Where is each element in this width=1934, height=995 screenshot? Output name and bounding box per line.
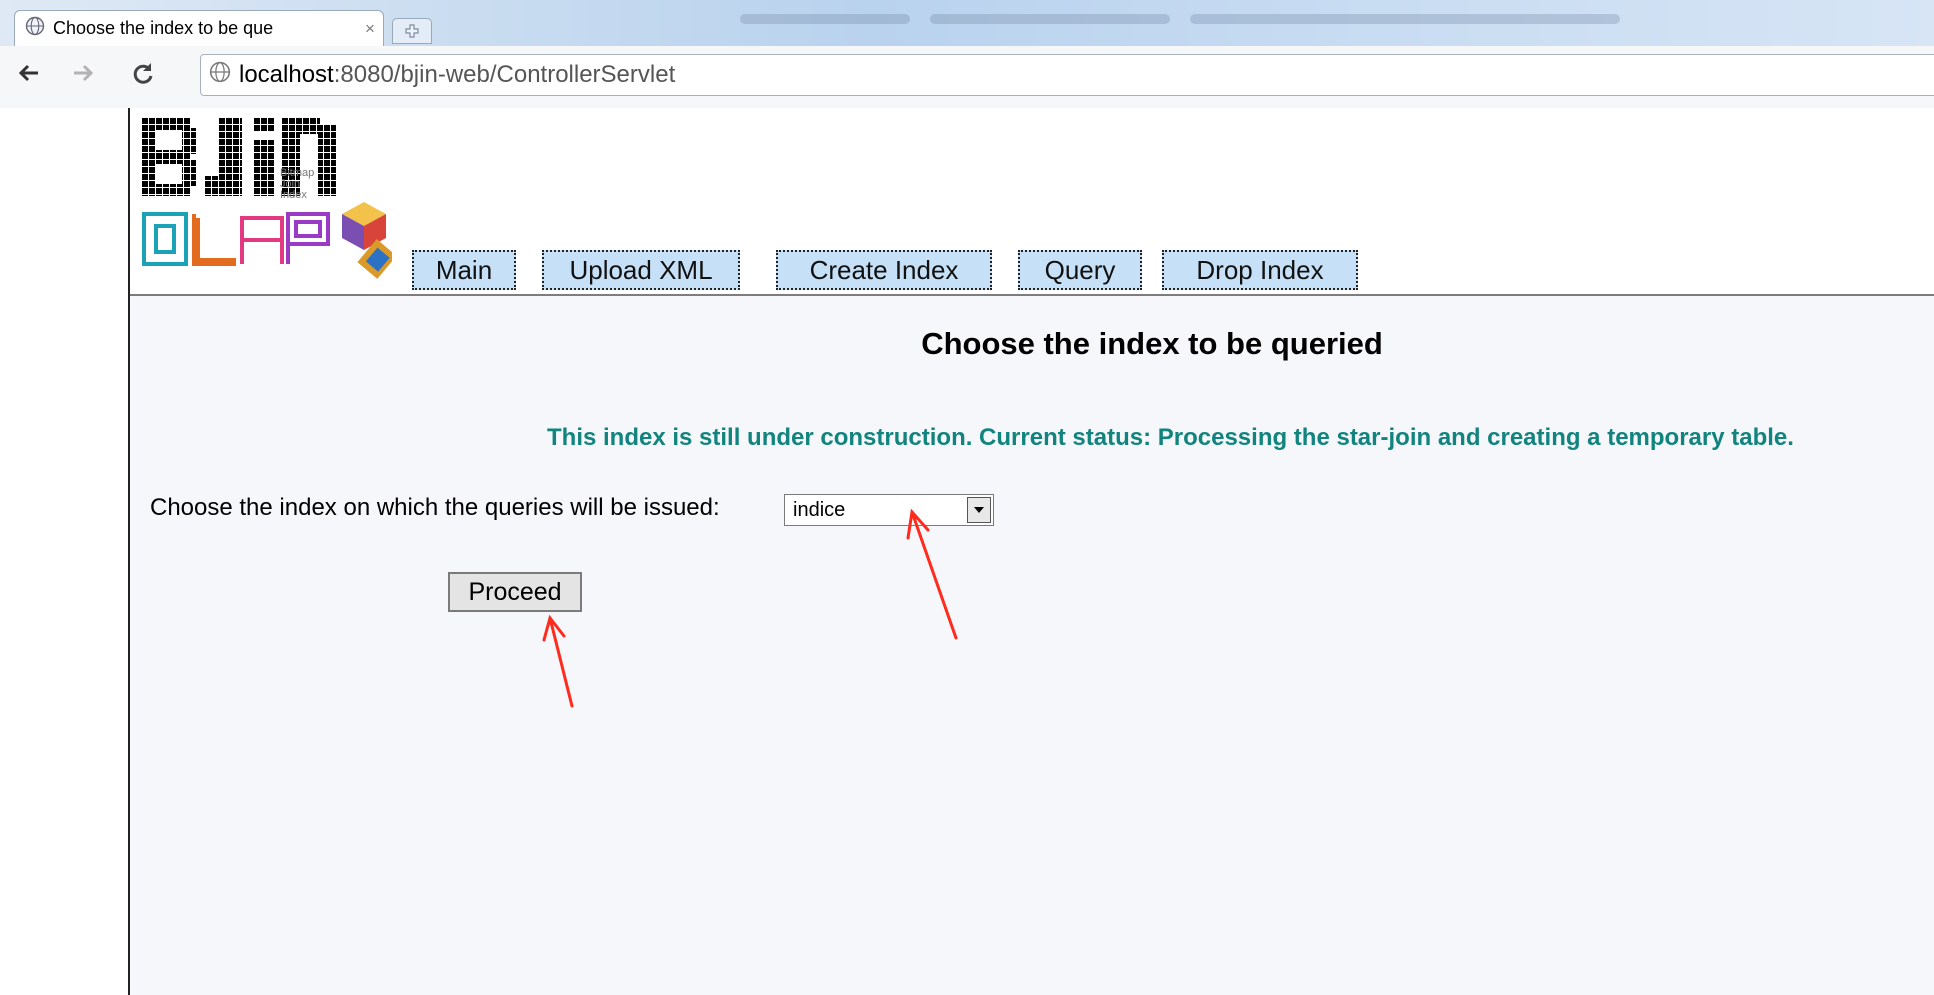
web-page: Bitmap Join Index Main Upload XML Create…	[0, 108, 1934, 995]
proceed-button[interactable]: Proceed	[448, 572, 582, 612]
new-tab-icon[interactable]	[392, 18, 432, 44]
browser-tab-strip: Choose the index to be que ×	[0, 0, 1934, 47]
address-bar[interactable]: localhost:8080/bjin-web/ControllerServle…	[200, 54, 1934, 96]
index-select-label: Choose the index on which the queries wi…	[150, 494, 720, 521]
status-message: This index is still under construction. …	[547, 424, 1794, 451]
menu-button-drop-index[interactable]: Drop Index	[1162, 250, 1358, 290]
menu-button-query[interactable]: Query	[1018, 250, 1142, 290]
index-select[interactable]: indice	[784, 494, 994, 526]
tab-title: Choose the index to be que	[53, 18, 274, 38]
page-title: Choose the index to be queried	[921, 326, 1383, 361]
dropdown-arrow-icon[interactable]	[967, 497, 991, 523]
menu-button-upload-xml[interactable]: Upload XML	[542, 250, 740, 290]
menu-button-create-index[interactable]: Create Index	[776, 250, 992, 290]
blurred-window-title	[740, 14, 910, 24]
blurred-window-title	[930, 14, 1170, 24]
globe-icon	[25, 16, 45, 41]
browser-toolbar: localhost:8080/bjin-web/ControllerServle…	[0, 46, 1934, 109]
logo-subtext: Index	[280, 189, 307, 201]
url-path: :8080/bjin-web/ControllerServlet	[333, 61, 676, 88]
menu-button-main[interactable]: Main	[412, 250, 516, 290]
back-arrow-icon[interactable]	[14, 60, 44, 93]
index-select-value: indice	[793, 498, 846, 521]
content-area	[130, 296, 1934, 995]
bjin-olap-logo: Bitmap Join Index	[142, 118, 392, 279]
blurred-window-title	[1190, 14, 1620, 24]
url-host: localhost	[239, 61, 334, 88]
forward-arrow-icon[interactable]	[68, 60, 98, 93]
browser-tab[interactable]: Choose the index to be que ×	[14, 10, 384, 46]
reload-icon[interactable]	[128, 60, 158, 93]
globe-icon	[209, 61, 231, 90]
tab-close-icon[interactable]: ×	[357, 19, 383, 39]
